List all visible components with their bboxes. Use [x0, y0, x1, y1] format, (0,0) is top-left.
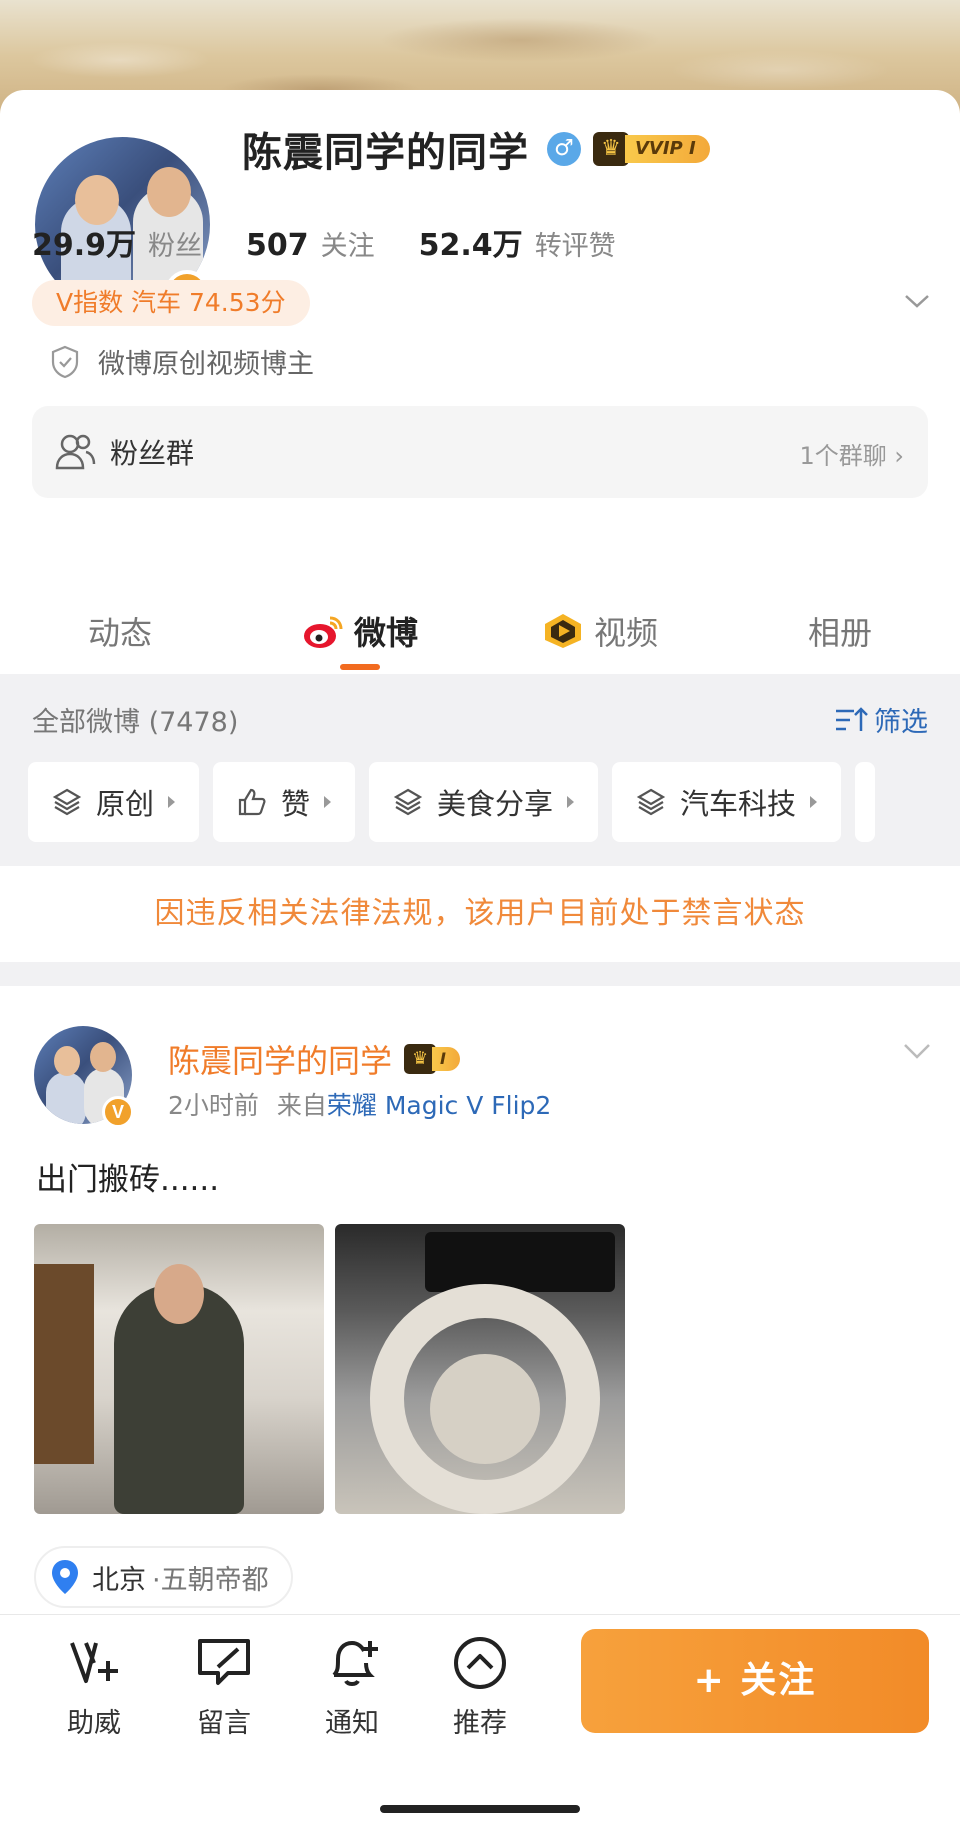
fan-group-count: 1个群聊 ›: [799, 442, 905, 470]
location-pin-icon: [52, 1560, 78, 1594]
vip-badge[interactable]: ♛ I: [404, 1044, 460, 1074]
tab-video[interactable]: 视频: [480, 588, 720, 674]
tab-dynamics[interactable]: 动态: [0, 588, 240, 674]
weibo-logo-icon: [303, 616, 343, 648]
chevron-down-icon[interactable]: [902, 1040, 932, 1062]
nav-notify[interactable]: 通知: [302, 1633, 402, 1740]
filter-bar: 全部微博 (7478) 筛选: [32, 700, 928, 739]
v-plus-icon: [70, 1642, 118, 1683]
post-image-steering-wheel[interactable]: [335, 1224, 625, 1514]
caret-right-icon: [324, 796, 332, 808]
filter-sort-icon: [836, 706, 868, 731]
post-meta: 2小时前 来自荣耀 Magic V Flip2: [168, 1086, 551, 1122]
filter-label: 筛选: [874, 707, 928, 738]
tab-weibo-label: 微博: [353, 614, 418, 652]
category-chips: 原创 赞 美食分享 汽车科技: [28, 762, 960, 844]
stat-followers-num[interactable]: 29.9万: [32, 220, 136, 264]
muted-notice: 因违反相关法律法规，该用户目前处于禁言状态: [0, 866, 960, 962]
vip-label: I: [432, 1047, 460, 1071]
chip-auto-tech[interactable]: 汽车科技: [612, 762, 842, 842]
weibo-post: V 陈震同学的同学 ♛ I 2小时前 来自荣耀 Magic V Flip2 出门…: [0, 986, 960, 1626]
chip-label: 汽车科技: [680, 787, 797, 821]
stat-following-num[interactable]: 507: [246, 228, 309, 263]
stat-reposts-num: 52.4万: [418, 228, 523, 263]
nav-message-label: 留言: [197, 1708, 251, 1739]
chevron-up-circle-icon: [454, 1637, 506, 1689]
stat-following-label[interactable]: 关注: [321, 224, 375, 263]
filter-button[interactable]: 筛选: [834, 700, 928, 739]
thumbs-up-icon: [238, 788, 266, 816]
creator-tag-row: 微博原创视频博主: [50, 342, 314, 381]
tab-album[interactable]: 相册: [720, 588, 960, 674]
stat-followers-label[interactable]: 粉丝: [148, 224, 202, 263]
chip-likes[interactable]: 赞: [213, 762, 356, 842]
tab-weibo[interactable]: 微博: [240, 588, 480, 674]
post-author-name[interactable]: 陈震同学的同学: [168, 1036, 392, 1082]
shield-icon: [51, 345, 79, 378]
male-gender-icon: ♂: [547, 132, 581, 166]
stat-reposts-label: 转评赞: [534, 231, 616, 262]
follow-button[interactable]: + 关注: [581, 1629, 929, 1733]
bottom-action-bar: 助威 留言 通知 推荐 + 关注: [0, 1614, 960, 1824]
chip-label: 原创: [96, 787, 155, 821]
caret-right-icon: [810, 796, 818, 808]
nav-notify-label: 通知: [325, 1708, 379, 1739]
profile-name-row: 陈震同学的同学 ♂ ♛ VVIP I: [242, 120, 710, 178]
chip-label: 赞: [281, 787, 311, 821]
layers-icon: [393, 788, 423, 816]
v-index-badge[interactable]: V指数 汽车 74.53分: [32, 280, 310, 326]
chip-original[interactable]: 原创: [28, 762, 200, 842]
post-location[interactable]: 北京 ·五朝帝都: [34, 1546, 293, 1608]
layers-icon: [636, 788, 666, 816]
post-author-row: 陈震同学的同学 ♛ I: [168, 1036, 460, 1082]
chevron-down-icon[interactable]: [902, 286, 932, 316]
caret-right-icon: [567, 796, 575, 808]
post-source[interactable]: 荣耀 Magic V Flip2: [327, 1091, 551, 1120]
creator-tag-label: 微博原创视频博主: [98, 349, 314, 380]
layers-icon: [52, 788, 82, 816]
profile-tabs: 动态 微博 视频 相册: [0, 588, 960, 674]
tab-dynamics-label: 动态: [87, 614, 152, 652]
video-play-icon: [544, 614, 581, 648]
location-sub: ·五朝帝都: [152, 1564, 269, 1596]
message-icon: [198, 1639, 250, 1685]
tab-video-label: 视频: [593, 614, 658, 652]
vvip-badge[interactable]: ♛ VVIP I: [593, 132, 710, 166]
profile-stats: 29.9万 粉丝 507 关注 52.4万 转评赞: [32, 220, 660, 264]
bell-plus-icon: [332, 1640, 378, 1686]
active-tab-indicator: [340, 664, 380, 670]
verified-v-badge-icon: V: [102, 1096, 134, 1128]
chip-label: 美食分享: [437, 787, 554, 821]
post-image-selfie[interactable]: [34, 1224, 324, 1514]
vvip-label: VVIP I: [625, 135, 710, 163]
nav-recommend[interactable]: 推荐: [430, 1633, 530, 1740]
profile-name: 陈震同学的同学: [242, 130, 529, 176]
location-main: 北京: [92, 1564, 146, 1596]
group-people-icon: [55, 434, 96, 470]
nav-cheer[interactable]: 助威: [44, 1633, 144, 1740]
nav-message[interactable]: 留言: [174, 1633, 274, 1740]
home-indicator: [380, 1805, 580, 1813]
tab-album-label: 相册: [807, 614, 872, 652]
post-time: 2小时前: [168, 1091, 259, 1120]
weibo-count: 全部微博 (7478): [32, 707, 239, 738]
nav-recommend-label: 推荐: [453, 1708, 507, 1739]
nav-cheer-label: 助威: [67, 1708, 121, 1739]
post-from-prefix: 来自: [276, 1091, 327, 1120]
crown-icon: ♛: [593, 132, 629, 166]
chip-food[interactable]: 美食分享: [369, 762, 599, 842]
chip-more[interactable]: [855, 762, 876, 842]
fan-group-label: 粉丝群: [110, 437, 195, 470]
fan-group-row[interactable]: 粉丝群 1个群聊 ›: [32, 406, 928, 498]
caret-right-icon: [168, 796, 176, 808]
post-text: 出门搬砖......: [36, 1162, 220, 1198]
